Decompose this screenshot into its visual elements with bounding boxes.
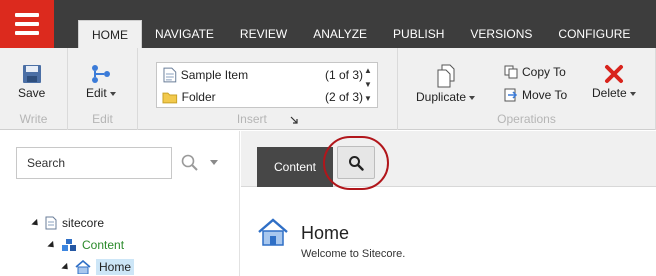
tree-expand-toggle[interactable] — [61, 262, 71, 272]
chevron-down-icon — [469, 95, 476, 100]
tab-publish[interactable]: PUBLISH — [380, 20, 457, 48]
dialog-launcher-icon[interactable] — [290, 116, 298, 124]
move-to-label: Move To — [522, 88, 568, 102]
tree-item-label[interactable]: Home — [96, 259, 135, 275]
insert-option-name: Folder — [181, 90, 216, 104]
duplicate-icon — [437, 64, 455, 88]
insert-option-name: Sample Item — [180, 68, 249, 82]
tab-navigate[interactable]: NAVIGATE — [142, 20, 227, 48]
search-tab-button[interactable] — [337, 146, 375, 179]
expand-list-icon[interactable]: ▼ — [364, 93, 372, 105]
item-description: Welcome to Sitecore. — [301, 248, 406, 260]
delete-button[interactable]: Delete — [592, 64, 636, 100]
chevron-down-icon — [629, 91, 636, 96]
hamburger-line — [15, 31, 39, 35]
tree-item-home: Home — [61, 257, 135, 276]
scroll-down-icon[interactable]: ▼ — [364, 79, 372, 91]
content-tree-panel: sitecore Content Home — [0, 131, 240, 276]
group-label-insert: Insert — [236, 112, 267, 126]
tree-item-sitecore: sitecore — [31, 213, 104, 233]
ribbon-group-edit: Edit Edit — [68, 48, 138, 130]
hamburger-line — [15, 22, 39, 26]
search-input[interactable] — [16, 147, 172, 179]
hamburger-line — [15, 13, 39, 17]
ribbon-group-operations: Duplicate Copy To Move To Delete Operati… — [398, 48, 656, 130]
tab-home[interactable]: HOME — [78, 20, 142, 48]
edit-button[interactable]: Edit — [86, 64, 116, 100]
group-label-write: Write — [19, 112, 48, 126]
duplicate-button[interactable]: Duplicate — [416, 64, 476, 104]
copy-icon — [504, 65, 518, 79]
insert-option-count: (1 of 3) — [324, 68, 363, 82]
search-options-chevron-icon[interactable] — [210, 160, 218, 165]
ribbon-tabs: HOME NAVIGATE REVIEW ANALYZE PUBLISH VER… — [78, 20, 643, 48]
tab-versions[interactable]: VERSIONS — [457, 20, 545, 48]
insert-option-count: (2 of 3) — [324, 90, 363, 104]
tree-expand-toggle[interactable] — [47, 240, 57, 250]
item-editor-panel: Content Home Welcome to Sitecore. — [241, 131, 656, 276]
edit-label: Edit — [86, 86, 107, 100]
home-icon — [258, 218, 288, 246]
chevron-down-icon — [109, 91, 116, 96]
edit-branch-icon — [91, 65, 110, 83]
group-label-operations: Operations — [497, 112, 556, 126]
search-icon[interactable] — [180, 153, 200, 173]
document-icon — [163, 67, 177, 83]
home-icon — [75, 260, 91, 274]
move-to-button[interactable]: Move To — [504, 88, 567, 102]
copy-to-label: Copy To — [522, 65, 566, 79]
tree-item-content: Content — [47, 235, 124, 255]
insert-option-sample-item[interactable]: Sample Item (1 of 3) — [157, 64, 363, 86]
content-icon — [62, 239, 76, 251]
insert-list-scroller: ▲ ▼ ▼ — [363, 65, 373, 105]
move-icon — [504, 88, 518, 102]
editor-tab-bar: Content — [241, 131, 656, 190]
item-header: Home Welcome to Sitecore. — [257, 217, 405, 260]
save-icon — [22, 65, 41, 83]
document-icon — [45, 216, 57, 230]
scroll-up-icon[interactable]: ▲ — [364, 65, 372, 77]
insert-options-list: Sample Item (1 of 3) Folder (2 of 3) ▲ ▼… — [156, 62, 378, 108]
tree-item-label[interactable]: Content — [82, 238, 124, 252]
top-navigation-bar: HOME NAVIGATE REVIEW ANALYZE PUBLISH VER… — [0, 0, 656, 48]
save-label: Save — [18, 86, 46, 100]
tab-content[interactable]: Content — [257, 147, 333, 187]
delete-label: Delete — [592, 86, 627, 100]
tree-expand-toggle[interactable] — [31, 218, 41, 228]
tab-configure[interactable]: CONFIGURE — [545, 20, 643, 48]
duplicate-label: Duplicate — [416, 90, 467, 104]
tab-review[interactable]: REVIEW — [227, 20, 300, 48]
menu-hamburger-button[interactable] — [0, 0, 54, 48]
folder-icon — [162, 92, 178, 104]
item-title: Home — [301, 223, 350, 243]
save-button[interactable]: Save — [18, 64, 45, 100]
tree-item-label[interactable]: sitecore — [62, 216, 104, 230]
search-icon — [349, 155, 364, 171]
delete-x-icon — [604, 65, 623, 83]
tab-analyze[interactable]: ANALYZE — [300, 20, 380, 48]
insert-option-folder[interactable]: Folder (2 of 3) — [157, 86, 363, 108]
group-label-edit: Edit — [92, 112, 113, 126]
ribbon-group-write: Save Write — [0, 48, 68, 130]
copy-to-button[interactable]: Copy To — [504, 65, 566, 79]
